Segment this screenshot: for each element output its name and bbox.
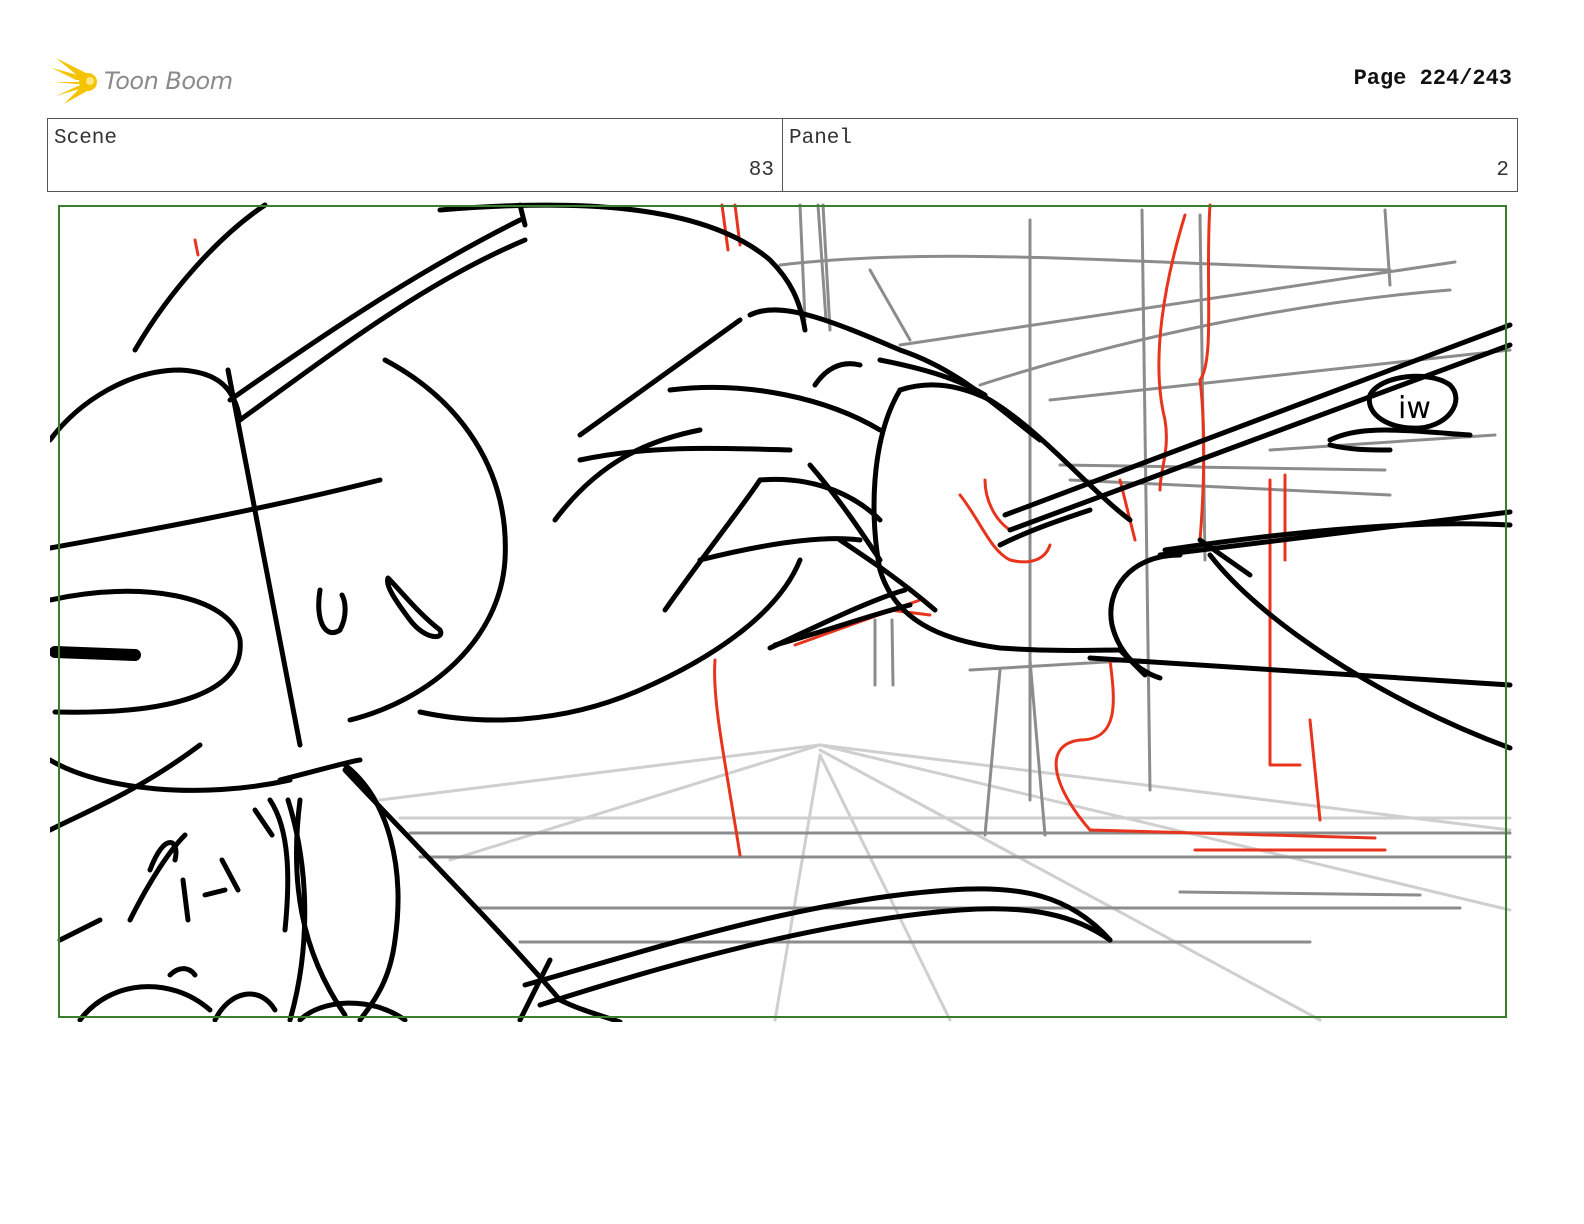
scene-label: Scene bbox=[54, 127, 118, 150]
scene-panel-table: Scene 83 Panel 2 bbox=[47, 118, 1518, 192]
panel-label: Panel bbox=[789, 127, 853, 150]
scene-cell: Scene 83 bbox=[48, 119, 782, 191]
logo-text: Toon Boom bbox=[104, 67, 233, 95]
page-number: Page 224/243 bbox=[1353, 66, 1512, 91]
toon-boom-logo: Toon Boom bbox=[52, 56, 252, 106]
panel-cell: Panel 2 bbox=[782, 119, 1517, 191]
scene-value: 83 bbox=[748, 159, 774, 182]
panel-value: 2 bbox=[1496, 159, 1509, 182]
panel-frame bbox=[58, 205, 1507, 1018]
starburst-icon bbox=[52, 58, 97, 104]
